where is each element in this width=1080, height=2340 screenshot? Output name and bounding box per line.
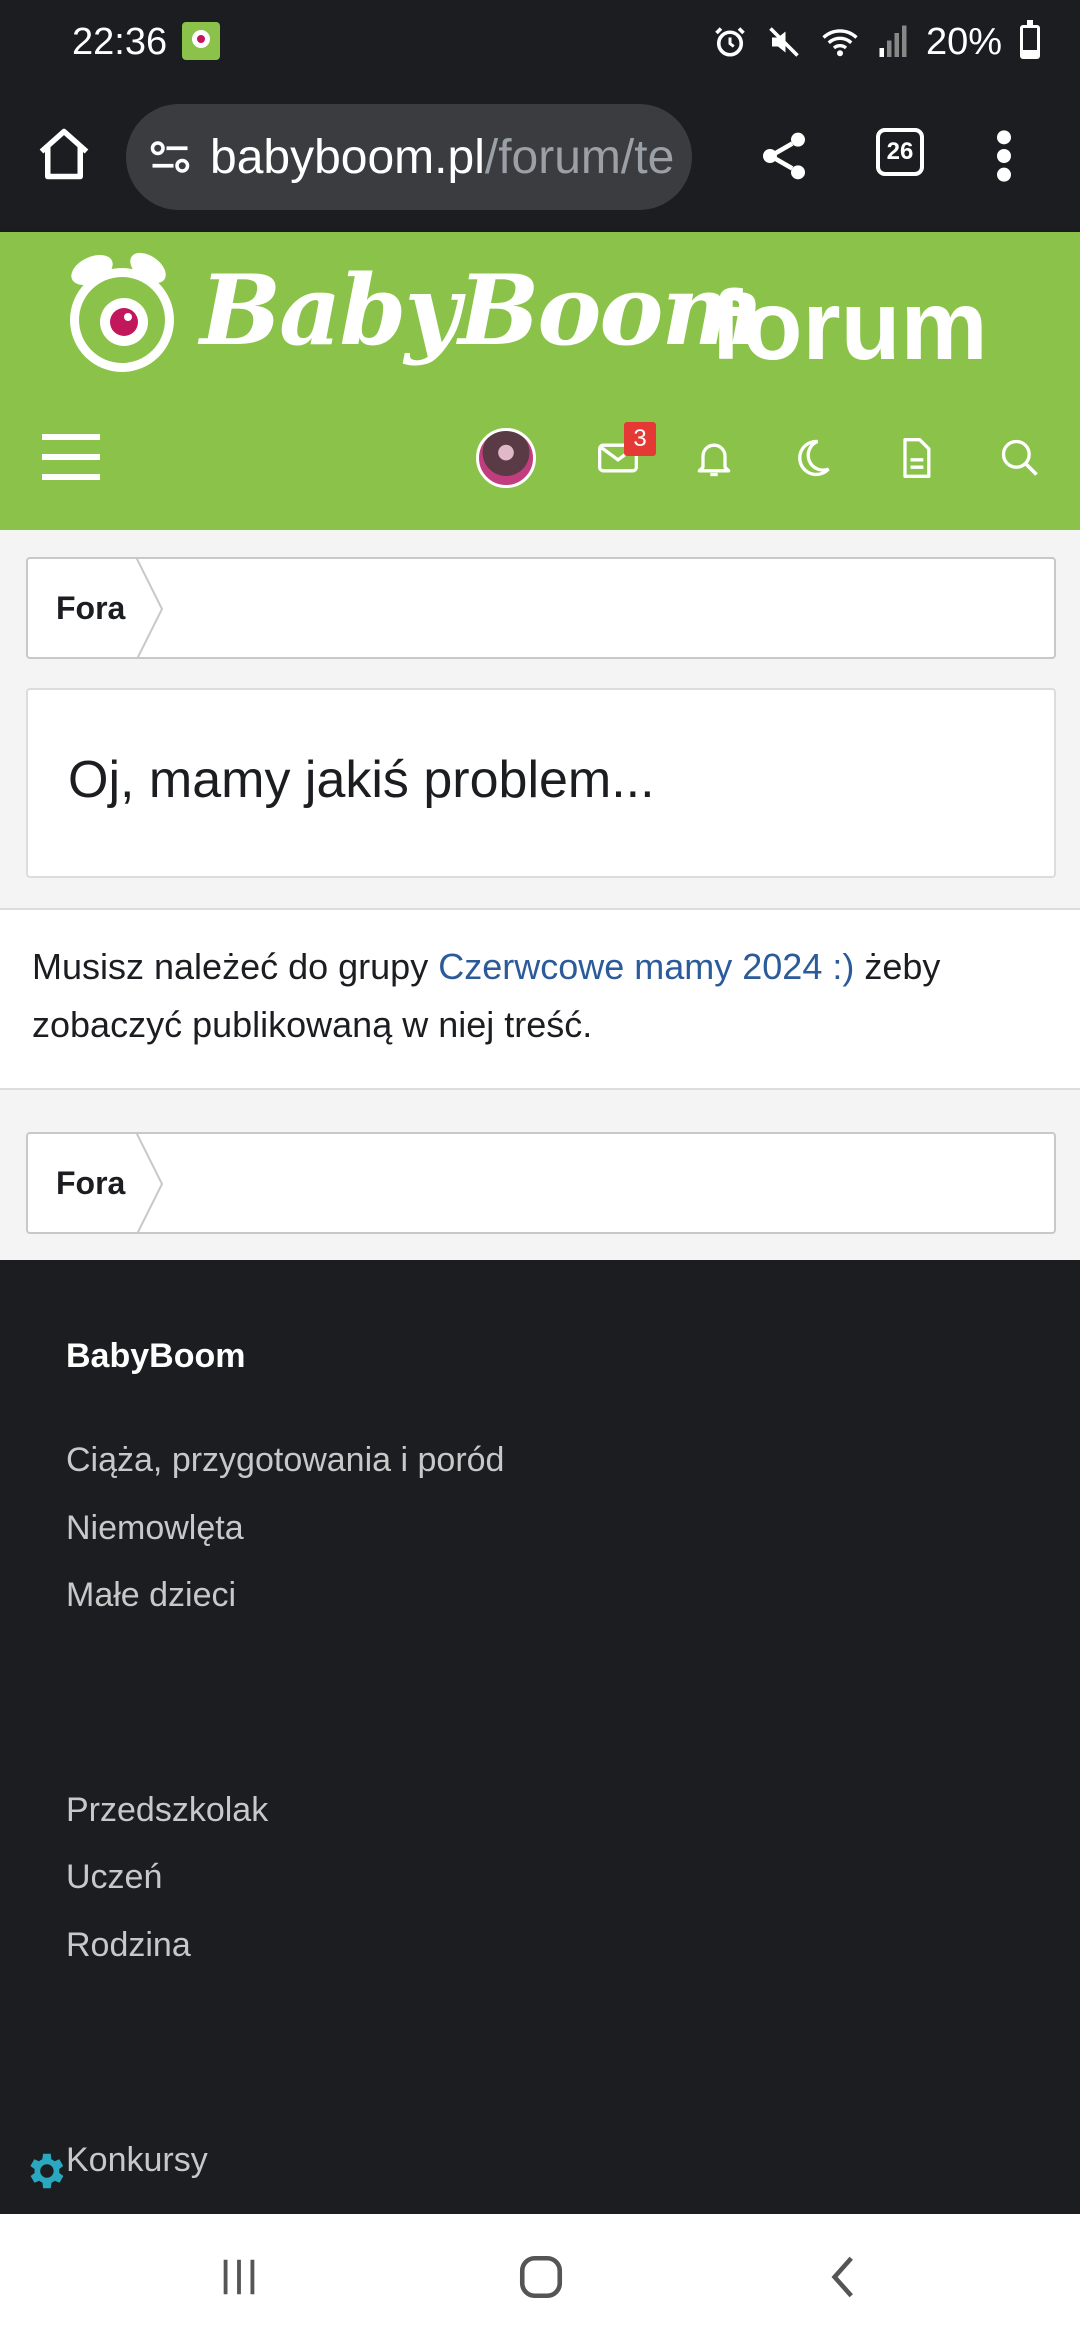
site-logo[interactable]: BabyBoom <box>40 242 763 382</box>
footer-link-male-dzieci[interactable]: Małe dzieci <box>66 1573 236 1617</box>
footer-heading: BabyBoom <box>66 1337 246 1375</box>
group-link[interactable]: Czerwcowe mamy 2024 :) <box>438 946 854 987</box>
address-bar[interactable]: babyboom.pl/forum/te <box>126 104 692 210</box>
document-icon[interactable] <box>894 436 938 480</box>
page-title: Oj, mamy jakiś problem... <box>68 751 655 809</box>
gear-icon[interactable] <box>22 2148 68 2194</box>
footer-link-przedszkolak[interactable]: Przedszkolak <box>66 1788 268 1832</box>
share-icon[interactable] <box>756 128 812 184</box>
status-icons: 20% <box>712 18 1040 66</box>
status-time: 22:36 <box>72 21 168 63</box>
home-button-icon[interactable] <box>516 2252 566 2302</box>
search-icon[interactable] <box>998 436 1042 480</box>
footer-link-uczen[interactable]: Uczeń <box>66 1855 162 1899</box>
logo-text: BabyBoom <box>200 254 763 367</box>
site-settings-icon[interactable] <box>148 136 192 178</box>
breadcrumb-bottom: Fora <box>26 1132 1056 1234</box>
logo-mascot-icon <box>70 252 174 372</box>
messages-badge: 3 <box>624 422 656 456</box>
url-path: /forum/te <box>484 131 675 184</box>
breadcrumb: Fora <box>26 557 1056 659</box>
breadcrumb-separator-icon <box>135 1134 164 1232</box>
more-vert-icon[interactable] <box>992 128 1016 184</box>
recent-apps-icon[interactable] <box>216 2254 262 2300</box>
mute-icon <box>769 27 799 57</box>
signal-icon <box>879 25 907 57</box>
breadcrumb-item-fora[interactable]: Fora <box>28 1134 125 1232</box>
bell-icon[interactable] <box>692 436 736 480</box>
footer-link-niemowleta[interactable]: Niemowlęta <box>66 1506 244 1550</box>
menu-icon[interactable] <box>42 432 100 482</box>
footer-link-rodzina[interactable]: Rodzina <box>66 1923 191 1967</box>
footer-link-konkursy[interactable]: Konkursy <box>66 2138 208 2182</box>
battery-icon <box>1020 20 1040 59</box>
wifi-icon <box>822 29 858 57</box>
forum-label: forum <box>710 270 988 380</box>
browser-toolbar: babyboom.pl/forum/te 26 <box>0 84 1080 232</box>
system-nav-bar <box>0 2214 1080 2340</box>
status-bar: 22:36 20% <box>0 0 1080 84</box>
url-text: babyboom.pl/forum/te <box>210 130 674 186</box>
breadcrumb-item-fora[interactable]: Fora <box>28 559 125 657</box>
app-notification-icon <box>182 22 220 60</box>
alarm-icon <box>715 27 745 57</box>
site-header: BabyBoom forum 3 <box>0 232 1080 530</box>
home-icon[interactable] <box>34 124 94 184</box>
url-domain: babyboom.pl <box>210 131 485 184</box>
footer-link-ciaza[interactable]: Ciąża, przygotowania i poród <box>66 1438 504 1482</box>
main-content: Fora Oj, mamy jakiś problem... Musisz na… <box>0 530 1080 1260</box>
error-block: Oj, mamy jakiś problem... <box>26 688 1056 878</box>
battery-percent: 20% <box>925 21 1002 63</box>
message-panel: Musisz należeć do grupy Czerwcowe mamy 2… <box>0 908 1080 1090</box>
avatar[interactable] <box>476 428 536 488</box>
moon-icon[interactable] <box>790 436 834 480</box>
back-icon[interactable] <box>820 2252 870 2302</box>
tabs-icon[interactable]: 26 <box>876 128 924 176</box>
breadcrumb-separator-icon <box>135 559 164 657</box>
message-prefix: Musisz należeć do grupy <box>32 946 439 987</box>
message-text: Musisz należeć do grupy Czerwcowe mamy 2… <box>32 938 1052 1054</box>
footer: BabyBoom Ciąża, przygotowania i poród Ni… <box>0 1260 1080 2214</box>
